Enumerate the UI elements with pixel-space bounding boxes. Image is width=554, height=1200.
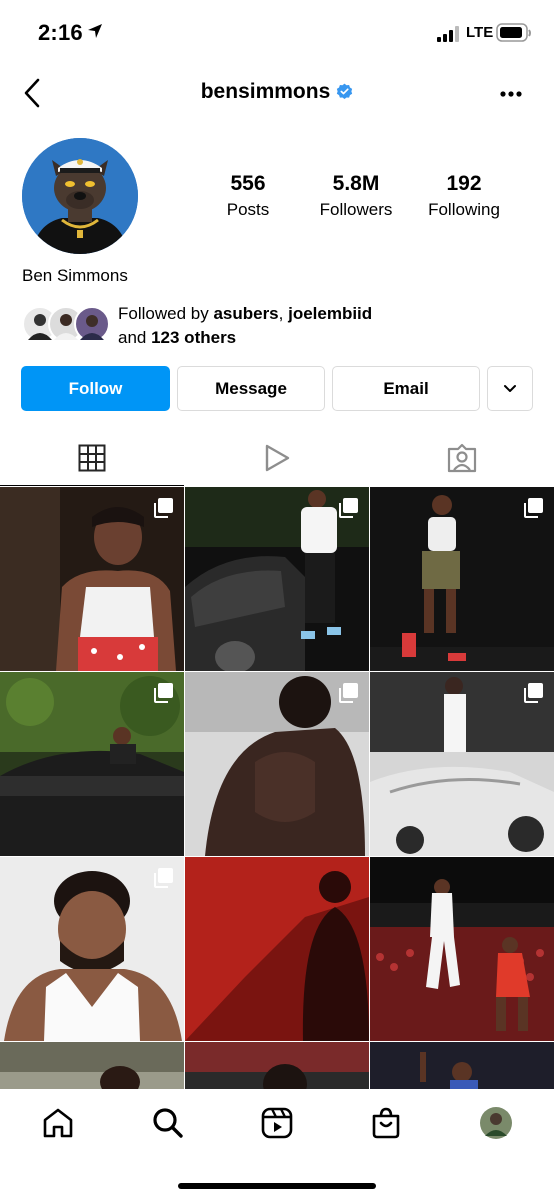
profile-avatar[interactable] <box>22 138 138 254</box>
nav-search[interactable] <box>148 1103 188 1143</box>
profile-tabs <box>0 430 554 486</box>
nav-profile[interactable] <box>476 1103 516 1143</box>
following-count: 192 <box>446 172 482 195</box>
post-thumbnail[interactable] <box>370 487 554 671</box>
search-icon <box>153 1108 183 1138</box>
username-text: bensimmons <box>200 80 331 103</box>
avatar-illustration <box>22 138 138 254</box>
shop-icon <box>372 1107 400 1139</box>
grid-icon <box>78 444 106 471</box>
carousel-icon <box>339 498 358 518</box>
post-thumbnail[interactable] <box>185 1042 369 1089</box>
profile-avatar-icon <box>480 1107 512 1139</box>
email-button[interactable]: Email <box>332 366 480 411</box>
post-thumbnail[interactable] <box>370 672 554 856</box>
followed-separator: , <box>278 304 289 323</box>
following-label: Following <box>428 200 500 219</box>
post-thumbnail[interactable] <box>185 672 369 856</box>
mutual-user-2[interactable]: joelembiid <box>288 304 372 323</box>
followers-count: 5.8M <box>332 172 380 195</box>
tab-reels[interactable] <box>185 430 369 486</box>
post-thumbnail[interactable] <box>370 1042 554 1089</box>
status-time: 2:16 <box>38 20 83 45</box>
mutual-others[interactable]: 123 others <box>151 328 236 347</box>
posts-count: 556 <box>230 172 266 195</box>
more-horizontal-icon[interactable] <box>494 84 528 104</box>
post-thumbnail[interactable] <box>0 857 184 1041</box>
location-arrow-icon <box>88 24 102 38</box>
reels-icon <box>261 1107 293 1139</box>
display-name: Ben Simmons <box>22 266 128 285</box>
suggested-accounts-button[interactable] <box>487 366 533 411</box>
followers-label: Followers <box>319 200 393 219</box>
verified-badge-icon <box>337 83 353 99</box>
post-thumbnail[interactable] <box>0 1042 184 1089</box>
header-username: bensimmons <box>0 80 554 104</box>
post-thumbnail[interactable] <box>185 857 369 1041</box>
post-thumbnail[interactable] <box>185 487 369 671</box>
mutual-avatar <box>74 306 110 342</box>
post-thumbnail[interactable] <box>0 487 184 671</box>
signal-bars-icon <box>437 26 459 42</box>
post-thumbnail[interactable] <box>370 857 554 1041</box>
tab-tagged[interactable] <box>370 430 554 486</box>
tagged-person-icon <box>447 443 477 473</box>
carousel-icon <box>154 868 173 888</box>
carousel-icon <box>524 683 543 703</box>
followed-prefix: Followed by <box>118 304 214 323</box>
network-label: LTE <box>466 24 494 41</box>
followed-by-text: Followed by asubers, joelembiid and 123 … <box>118 302 372 350</box>
carousel-icon <box>154 683 173 703</box>
tab-posts-grid[interactable] <box>0 430 184 486</box>
posts-grid <box>0 487 554 1089</box>
reels-play-icon <box>265 444 290 472</box>
posts-label: Posts <box>226 200 270 219</box>
chevron-down-icon <box>504 384 516 392</box>
followers-stat[interactable]: 5.8M Followers <box>308 172 404 220</box>
message-button[interactable]: Message <box>177 366 325 411</box>
mutual-user-1[interactable]: asubers <box>213 304 278 323</box>
follow-button[interactable]: Follow <box>21 366 170 411</box>
status-bar: 2:16 LTE <box>0 0 554 66</box>
nav-home[interactable] <box>38 1103 78 1143</box>
posts-stat[interactable]: 556 Posts <box>220 172 276 220</box>
nav-reels[interactable] <box>257 1103 297 1143</box>
profile-header: bensimmons <box>0 66 554 122</box>
carousel-icon <box>524 498 543 518</box>
carousel-icon <box>154 498 173 518</box>
mutual-avatars <box>22 306 112 344</box>
home-icon <box>43 1108 73 1138</box>
followed-and: and <box>118 328 152 347</box>
profile-stats: 556 Posts 5.8M Followers 192 Following <box>190 172 530 228</box>
battery-icon <box>496 23 531 42</box>
following-stat[interactable]: 192 Following <box>420 172 508 220</box>
home-indicator <box>178 1183 376 1189</box>
post-thumbnail[interactable] <box>0 672 184 856</box>
nav-shop[interactable] <box>366 1103 406 1143</box>
followed-by-row[interactable]: Followed by asubers, joelembiid and 123 … <box>22 300 542 348</box>
carousel-icon <box>339 683 358 703</box>
